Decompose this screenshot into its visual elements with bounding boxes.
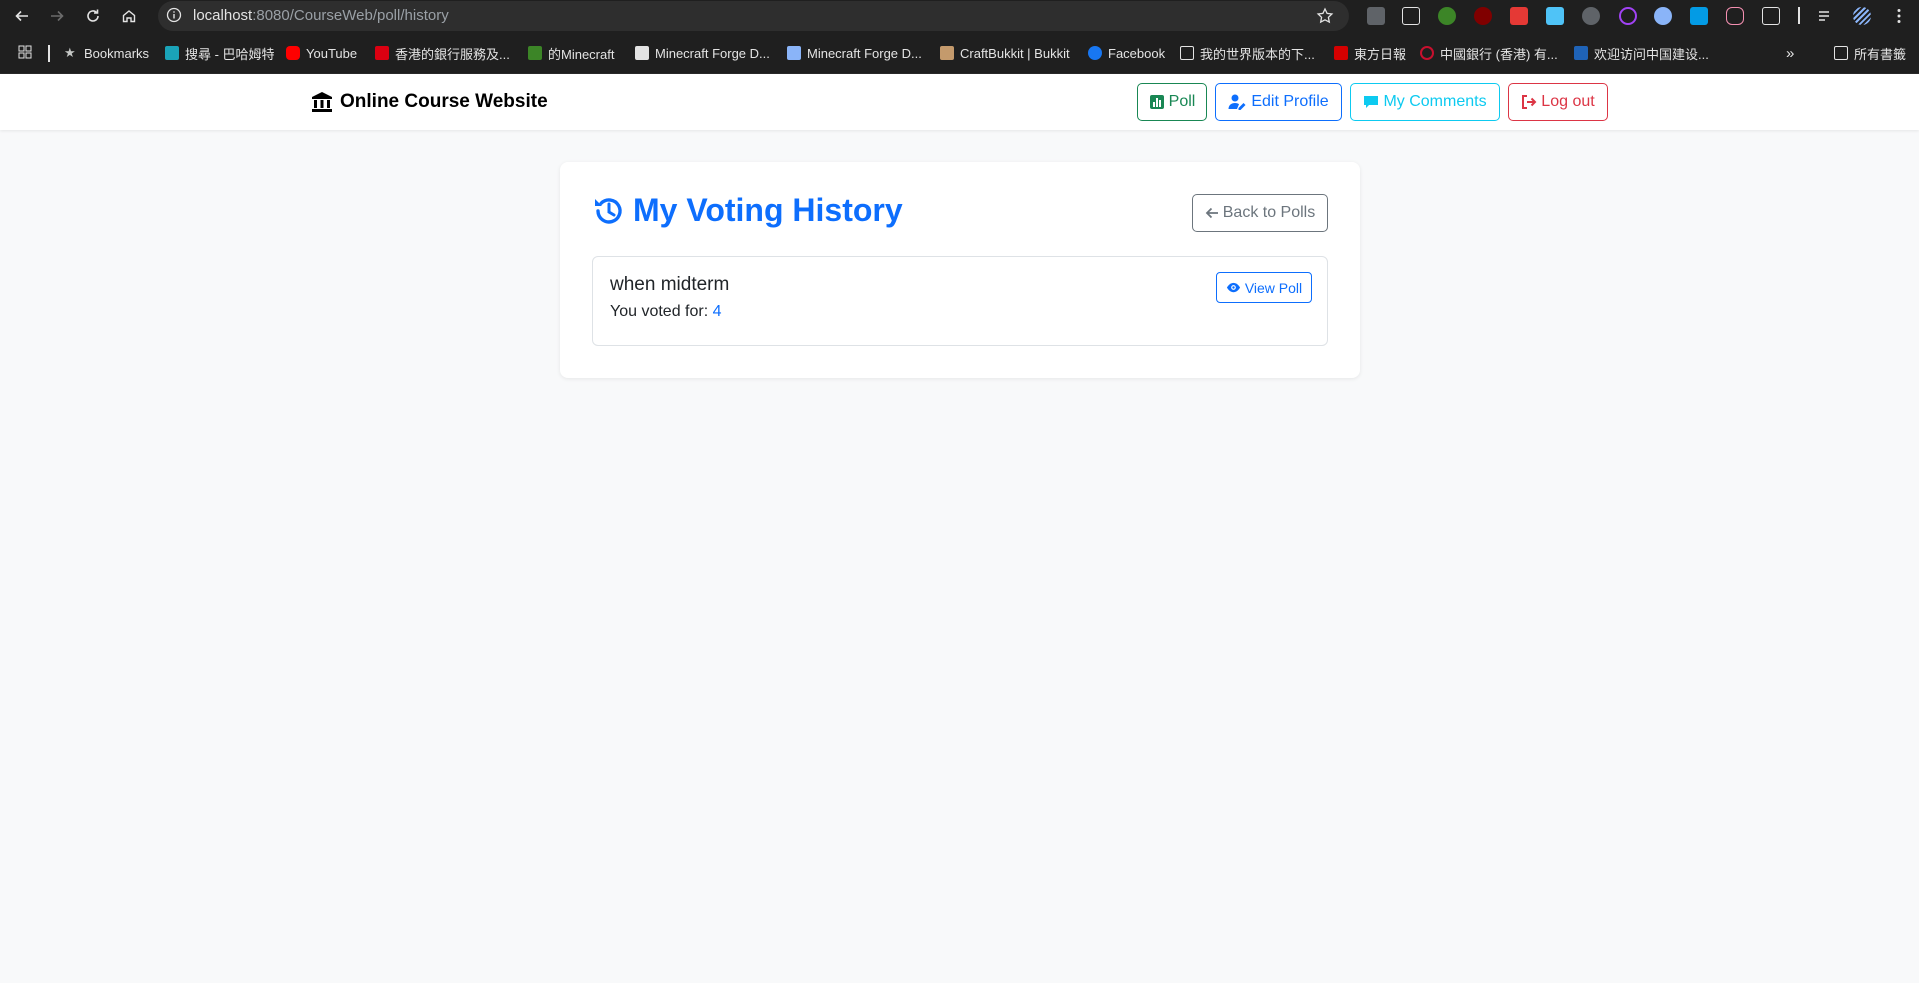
bookmark-item[interactable]: Minecraft Forge D...	[635, 44, 770, 62]
bookmark-item[interactable]: 的Minecraft	[528, 44, 614, 62]
bookmark-item[interactable]: CraftBukkit | Bukkit	[940, 44, 1070, 62]
bookmark-item[interactable]: YouTube	[286, 44, 357, 62]
minecraft-icon	[528, 46, 542, 60]
boc-icon	[1420, 46, 1434, 60]
facebook-icon	[1088, 46, 1102, 60]
history-icon	[595, 197, 622, 224]
star-icon: ★	[64, 45, 76, 60]
glasses-extension-icon[interactable]	[1402, 7, 1420, 25]
home-icon[interactable]	[117, 4, 141, 28]
chart-icon	[1149, 95, 1164, 109]
arrow-left-icon	[1205, 207, 1218, 219]
green-extension-icon[interactable]	[1438, 7, 1456, 25]
screenshot-extension-icon[interactable]	[1546, 7, 1564, 25]
menu-kebab-icon[interactable]	[1890, 7, 1908, 25]
toolbar-divider	[1798, 7, 1800, 24]
forge-icon	[635, 46, 649, 60]
robot-extension-icon[interactable]	[1582, 7, 1600, 25]
bookmarks-divider	[48, 45, 50, 62]
user-pen-icon	[1228, 94, 1246, 110]
bookmark-item[interactable]: 搜尋 - 巴哈姆特	[165, 44, 275, 62]
back-to-polls-button[interactable]: Back to Polls	[1192, 194, 1328, 232]
forward-arrow-icon[interactable]	[45, 4, 69, 28]
forge-icon	[787, 46, 801, 60]
hd-extension-icon[interactable]	[1510, 7, 1528, 25]
bookmark-item[interactable]: ★ Bookmarks	[64, 44, 149, 62]
reload-icon[interactable]	[81, 4, 105, 28]
back-arrow-icon[interactable]	[10, 4, 34, 28]
bookmark-item[interactable]: Facebook	[1088, 44, 1165, 62]
site-navbar: Online Course Website Poll Edit Profile …	[0, 74, 1919, 130]
download-extension-icon[interactable]	[1654, 7, 1672, 25]
brand-text: Online Course Website	[340, 91, 548, 112]
bookmark-item[interactable]: 我的世界版本的下...	[1180, 44, 1315, 62]
bookmark-item[interactable]: 香港的銀行服務及...	[375, 44, 510, 62]
image-icon	[1180, 46, 1194, 60]
reading-list-icon[interactable]	[1817, 7, 1835, 25]
history-list-item: when midterm You voted for: 4 View Poll	[592, 256, 1328, 346]
ublock-extension-icon[interactable]	[1474, 7, 1492, 25]
apps-grid-icon[interactable]	[18, 45, 32, 59]
brand-link[interactable]: Online Course Website	[311, 91, 548, 113]
my-comments-button[interactable]: My Comments	[1350, 83, 1500, 121]
translate-extension-icon[interactable]	[1367, 7, 1385, 25]
bookmarks-bar: ★ Bookmarks 搜尋 - 巴哈姆特 YouTube 香港的銀行服務及...…	[0, 31, 1919, 74]
eye-icon	[1226, 282, 1240, 293]
voting-history-card: My Voting History Back to Polls when mid…	[560, 162, 1360, 378]
telegram-extension-icon[interactable]	[1690, 7, 1708, 25]
page-title: My Voting History	[591, 192, 903, 229]
university-icon	[312, 92, 332, 112]
log-out-button[interactable]: Log out	[1508, 83, 1608, 121]
browser-toolbar: localhost:8080/CourseWeb/poll/history	[0, 0, 1919, 31]
bahamut-icon	[165, 46, 179, 60]
folder-icon	[1834, 46, 1848, 60]
site-info-icon[interactable]	[166, 7, 182, 23]
all-bookmarks-folder[interactable]: 所有書籤	[1834, 44, 1906, 62]
poll-question: when midterm	[610, 274, 730, 295]
youtube-icon	[286, 46, 300, 60]
poll-button[interactable]: Poll	[1137, 83, 1207, 121]
cat-extension-icon[interactable]	[1726, 7, 1744, 25]
view-poll-button[interactable]: View Poll	[1216, 272, 1312, 303]
bookmark-item[interactable]: Minecraft Forge D...	[787, 44, 922, 62]
url-text[interactable]: localhost:8080/CourseWeb/poll/history	[193, 7, 449, 24]
comment-icon	[1364, 96, 1379, 108]
bookmark-item[interactable]: 中國銀行 (香港) 有...	[1420, 44, 1558, 62]
ccb-icon	[1574, 46, 1588, 60]
profile-avatar[interactable]	[1853, 7, 1871, 25]
sign-out-icon	[1522, 95, 1537, 109]
bookmark-item[interactable]: 欢迎访问中国建设...	[1574, 44, 1709, 62]
bookmark-item[interactable]: 東方日報	[1334, 44, 1406, 62]
purple-extension-icon[interactable]	[1619, 7, 1637, 25]
voted-value: 4	[712, 303, 722, 320]
extensions-puzzle-icon[interactable]	[1762, 7, 1780, 25]
voted-for-text: You voted for: 4	[610, 303, 722, 320]
hsbc-icon	[375, 46, 389, 60]
more-bookmarks-chevron-icon[interactable]: »	[1786, 44, 1794, 62]
bukkit-icon	[940, 46, 954, 60]
oriental-daily-icon	[1334, 46, 1348, 60]
bookmark-star-icon[interactable]	[1316, 7, 1334, 25]
edit-profile-button[interactable]: Edit Profile	[1215, 83, 1342, 121]
